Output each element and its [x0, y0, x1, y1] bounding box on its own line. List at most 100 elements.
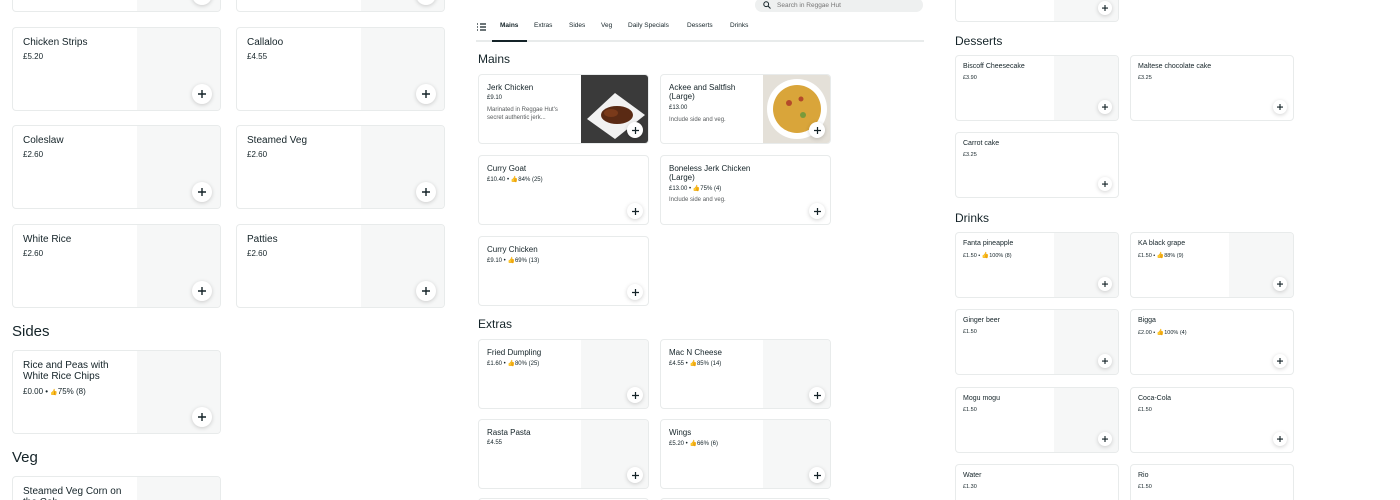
add-to-basket-button[interactable]: [192, 84, 212, 104]
item-name: Mogu mogu: [963, 395, 1000, 402]
add-to-basket-button[interactable]: [192, 407, 212, 427]
item-name: Chicken Strips: [23, 37, 88, 48]
item-image-placeholder: [137, 477, 220, 500]
item-price: £2.60: [23, 150, 44, 159]
menu-item-card[interactable]: Chicken Strips £5.20: [12, 27, 221, 111]
menu-item-card[interactable]: Rio £1.50: [1130, 464, 1294, 500]
tab-daily-specials[interactable]: Daily Specials: [628, 22, 669, 29]
menu-item-card[interactable]: Fried Dumpling £1.60 • 👍80% (25): [478, 339, 649, 409]
menu-item-card[interactable]: Fanta pineapple £1.50 • 👍100% (8): [955, 232, 1119, 298]
section-title-extras: Extras: [478, 317, 513, 331]
menu-item-card[interactable]: [12, 0, 221, 12]
add-to-basket-button[interactable]: [1098, 432, 1112, 446]
item-rating: 66% (6): [696, 441, 718, 447]
plus-icon: [1102, 5, 1108, 11]
menu-item-card[interactable]: Ginger beer £1.50: [955, 309, 1119, 375]
item-description: Marinated in Reggae Hut's secret authent…: [487, 107, 558, 121]
add-to-basket-button[interactable]: [1273, 432, 1287, 446]
menu-item-card[interactable]: Boneless Jerk Chicken (Large) £13.00 • 👍…: [660, 155, 831, 225]
add-to-basket-button[interactable]: [1098, 354, 1112, 368]
item-name: Ginger beer: [963, 317, 1000, 324]
add-to-basket-button[interactable]: [627, 284, 643, 300]
add-to-basket-button[interactable]: [1273, 354, 1287, 368]
add-to-basket-button[interactable]: [416, 281, 436, 301]
item-description: Include side and veg.: [669, 197, 726, 203]
menu-item-card[interactable]: Steamed Veg Corn on the Cob: [12, 476, 221, 500]
item-name: Steamed Veg Corn on the Cob: [23, 486, 122, 500]
tab-sides[interactable]: Sides: [569, 22, 585, 29]
item-price-value: £10.40: [487, 177, 506, 183]
item-price-value: £1.50: [1138, 253, 1152, 259]
menu-item-card[interactable]: Biscoff Cheesecake £3.90: [955, 55, 1119, 121]
menu-item-card[interactable]: Bigga £2.00 • 👍100% (4): [1130, 309, 1294, 375]
item-price: £1.50 • 👍100% (8): [963, 253, 1012, 259]
menu-item-card[interactable]: Ackee and Saltfish (Large) £13.00 Includ…: [660, 74, 831, 144]
tab-drinks[interactable]: Drinks: [730, 22, 748, 29]
menu-item-card[interactable]: Maltese chocolate cake £3.25: [1130, 55, 1294, 121]
item-rating: 100% (4): [1164, 330, 1187, 336]
menu-item-card[interactable]: Curry Chicken £9.10 • 👍69% (13): [478, 236, 649, 306]
item-price: £1.60 • 👍80% (25): [487, 361, 540, 367]
add-to-basket-button[interactable]: [627, 387, 643, 403]
item-price: £1.50: [1138, 407, 1152, 413]
menu-item-card[interactable]: Carrot cake £3.25: [955, 132, 1119, 198]
plus-icon: [198, 90, 206, 98]
add-to-basket-button[interactable]: [627, 467, 643, 483]
add-to-basket-button[interactable]: [192, 182, 212, 202]
menu-item-card[interactable]: Water £1.30: [955, 464, 1119, 500]
plus-icon: [1102, 436, 1108, 442]
add-to-basket-button[interactable]: [809, 467, 825, 483]
menu-item-card[interactable]: Rice and Peas with White Rice Chips £0.0…: [12, 350, 221, 434]
menu-item-card[interactable]: Rasta Pasta £4.55: [478, 419, 649, 489]
menu-item-card[interactable]: Mogu mogu £1.50: [955, 387, 1119, 453]
add-to-basket-button[interactable]: [627, 122, 643, 138]
menu-item-card[interactable]: Wings £5.20 • 👍66% (6): [660, 419, 831, 489]
add-to-basket-button[interactable]: [809, 203, 825, 219]
tab-mains[interactable]: Mains: [500, 22, 518, 29]
plus-icon: [1102, 281, 1108, 287]
add-to-basket-button[interactable]: [416, 182, 436, 202]
add-to-basket-button[interactable]: [1098, 100, 1112, 114]
menu-item-card[interactable]: White Rice £2.60: [12, 224, 221, 308]
item-name: Bigga: [1138, 317, 1156, 324]
search-input[interactable]: [777, 0, 917, 10]
item-price: £5.20: [23, 52, 44, 61]
add-to-basket-button[interactable]: [627, 203, 643, 219]
menu-item-card[interactable]: Patties £2.60: [236, 224, 445, 308]
add-to-basket-button[interactable]: [1273, 277, 1287, 291]
tab-veg[interactable]: Veg: [601, 22, 612, 29]
plus-icon: [198, 188, 206, 196]
add-to-basket-button[interactable]: [1098, 177, 1112, 191]
add-to-basket-button[interactable]: [1098, 277, 1112, 291]
item-name: Patties: [247, 234, 278, 245]
menu-item-card[interactable]: KA black grape £1.50 • 👍88% (9): [1130, 232, 1294, 298]
menu-item-card[interactable]: Mac N Cheese £4.55 • 👍85% (14): [660, 339, 831, 409]
menu-item-card[interactable]: Jerk Chicken £9.10 Marinated in Reggae H…: [478, 74, 649, 144]
add-to-basket-button[interactable]: [809, 122, 825, 138]
add-to-basket-button[interactable]: [192, 281, 212, 301]
section-title-desserts: Desserts: [955, 34, 1003, 48]
plus-icon: [631, 207, 639, 215]
add-to-basket-button[interactable]: [809, 387, 825, 403]
thumbs-up-icon: 👍: [507, 361, 515, 367]
menu-item-card[interactable]: [236, 0, 445, 12]
add-to-basket-button[interactable]: [1273, 100, 1287, 114]
add-to-basket-button[interactable]: [416, 84, 436, 104]
tab-extras[interactable]: Extras: [534, 22, 552, 29]
item-rating: 75% (8): [57, 387, 86, 396]
item-name: Rice and Peas with White Rice Chips: [23, 360, 109, 382]
item-price: £1.50 • 👍88% (9): [1138, 253, 1184, 259]
menu-item-card[interactable]: Steamed Veg £2.60: [236, 125, 445, 209]
list-icon[interactable]: [477, 23, 486, 31]
item-rating: 85% (14): [696, 361, 722, 367]
menu-item-card[interactable]: Callaloo £4.55: [236, 27, 445, 111]
item-name: Coca-Cola: [1138, 395, 1172, 402]
tab-desserts[interactable]: Desserts: [687, 22, 713, 29]
menu-item-card[interactable]: Coleslaw £2.60: [12, 125, 221, 209]
menu-item-card[interactable]: Coca-Cola £1.50: [1130, 387, 1294, 453]
add-to-basket-button[interactable]: [1098, 1, 1112, 15]
menu-item-card[interactable]: [955, 0, 1119, 22]
search-bar[interactable]: [755, 0, 923, 12]
menu-item-card[interactable]: Curry Goat £10.40 • 👍84% (25): [478, 155, 649, 225]
item-rating: 88% (9): [1164, 253, 1184, 259]
